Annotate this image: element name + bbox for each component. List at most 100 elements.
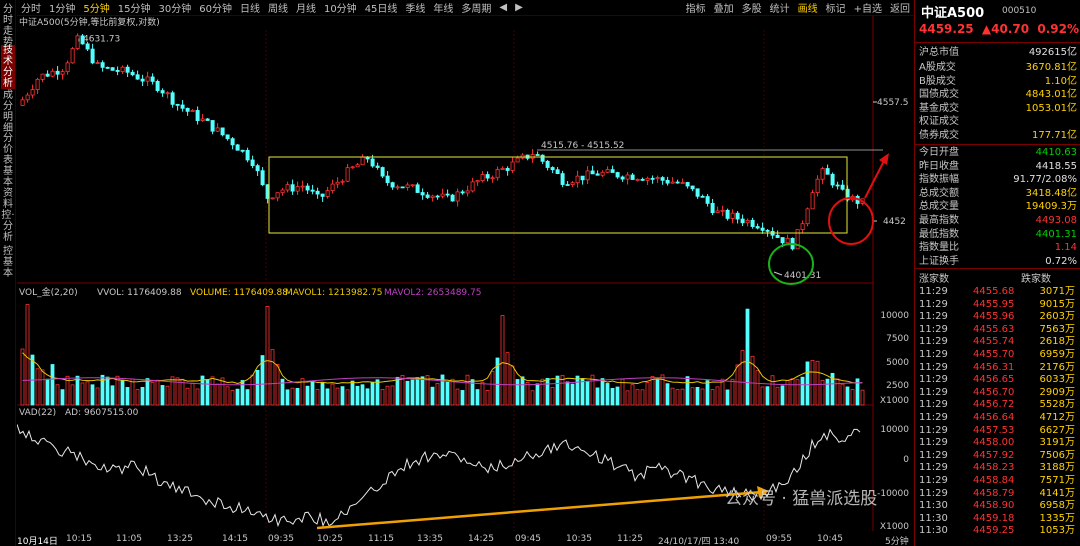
candle-body — [290, 184, 295, 192]
volume-bar — [450, 378, 455, 406]
candle-body — [835, 184, 840, 187]
candle-body — [115, 69, 120, 72]
period-button-0[interactable]: 分时 — [17, 0, 45, 15]
candle-body — [785, 237, 790, 244]
candle-body — [20, 99, 25, 106]
volume-bar — [295, 387, 300, 406]
candle-body — [225, 134, 230, 140]
volume-bar — [835, 378, 840, 406]
tool-button-1[interactable]: 叠加 — [710, 0, 738, 15]
candle-body — [825, 168, 830, 175]
candle-body — [460, 191, 465, 194]
candle-body — [730, 212, 735, 219]
candle-body — [70, 48, 75, 64]
tool-button-7[interactable]: 返回 — [886, 0, 914, 15]
volume-bar — [205, 379, 210, 406]
volume-bar — [350, 380, 355, 406]
sidebar-tab-4[interactable]: 基本资料 — [1, 166, 15, 210]
sidebar-tab-3[interactable]: 分价表 — [1, 133, 15, 166]
period-button-12[interactable]: 年线 — [429, 0, 457, 15]
candle-body — [645, 177, 650, 181]
turnover-value: 177.71亿 — [1032, 130, 1077, 141]
volume-bar — [605, 383, 610, 406]
sidebar-tab-6[interactable]: 控基本 — [1, 246, 15, 279]
kline-chart[interactable]: 中证A500(5分钟,等比前复权,对数) VOL_金(2,20) VVOL: 117… — [17, 16, 914, 531]
period-button-9[interactable]: 10分钟 — [320, 0, 361, 15]
volume-bar — [485, 390, 490, 406]
candle-body — [65, 62, 70, 73]
next-icon[interactable]: ▶ — [511, 2, 527, 13]
sidebar-tab-2[interactable]: 成分明细 — [1, 90, 15, 134]
volume-bar — [710, 389, 715, 406]
candle-body — [605, 169, 610, 173]
tick-price: 4455.68 — [973, 286, 1015, 297]
vad-tick: X1000 — [880, 522, 909, 531]
tool-button-2[interactable]: 多股 — [738, 0, 766, 15]
candle-body — [505, 168, 510, 171]
candle-body — [440, 193, 445, 197]
candle-body — [640, 178, 645, 181]
time-label: 11:25 — [617, 534, 643, 544]
period-button-3[interactable]: 15分钟 — [114, 0, 155, 15]
period-button-6[interactable]: 日线 — [236, 0, 264, 15]
sidebar-tab-5[interactable]: 控·分析 — [1, 210, 15, 243]
volume-bar — [745, 308, 750, 406]
period-button-5[interactable]: 60分钟 — [195, 0, 236, 15]
period-button-11[interactable]: 季线 — [401, 0, 429, 15]
candle-body — [720, 209, 725, 212]
prev-icon[interactable]: ◀ — [495, 2, 511, 13]
stats-row: 最低指数 4401.31 — [919, 228, 1077, 241]
period-button-8[interactable]: 月线 — [292, 0, 320, 15]
tick-volume: 7571万 — [1039, 475, 1075, 486]
stats-value: 4493.08 — [1035, 215, 1077, 226]
divider — [915, 268, 1080, 269]
tool-button-0[interactable]: 指标 — [682, 0, 710, 15]
sidebar-tab-1[interactable]: 技术分析 — [1, 45, 15, 89]
volume-bar — [520, 376, 525, 406]
sidebar-tab-0[interactable]: 分时走势 — [1, 4, 15, 48]
volume-bar — [220, 377, 225, 406]
period-button-13[interactable]: 多周期 — [457, 0, 495, 15]
period-button-1[interactable]: 1分钟 — [45, 0, 79, 15]
candle-body — [395, 186, 400, 189]
tick-row: 11:29 4456.70 2909万 — [919, 387, 1077, 399]
volume-bar — [265, 305, 270, 406]
tick-price: 4456.70 — [973, 386, 1015, 398]
candle-body — [470, 181, 475, 192]
period-button-10[interactable]: 45日线 — [361, 0, 402, 15]
period-button-4[interactable]: 30分钟 — [154, 0, 195, 15]
tool-button-3[interactable]: 统计 — [766, 0, 794, 15]
turnover-value: 1053.01亿 — [1025, 102, 1077, 114]
volume-bar — [595, 387, 600, 406]
candle-body — [455, 191, 460, 202]
stats-value: 4410.63 — [1035, 147, 1077, 158]
tick-volume: 2176万 — [1039, 361, 1075, 373]
volume-bar — [140, 387, 145, 406]
candle-body — [250, 159, 255, 167]
candle-body — [90, 48, 95, 64]
volume-bar — [40, 369, 45, 406]
candle-body — [200, 118, 205, 121]
tick-row: 11:29 4457.92 7506万 — [919, 450, 1077, 462]
period-button-2[interactable]: 5分钟 — [79, 0, 113, 15]
tick-row: 11:30 4458.90 6958万 — [919, 500, 1077, 512]
price-change: ▲40.70 — [981, 22, 1030, 36]
tick-row: 11:29 4455.74 2618万 — [919, 336, 1077, 348]
red-arrow — [864, 158, 886, 199]
time-label: 09:55 — [766, 534, 792, 544]
candle-body — [450, 194, 455, 202]
candle-body — [210, 120, 215, 132]
candle-body — [95, 62, 100, 65]
tick-volume: 3188万 — [1039, 462, 1075, 474]
tool-button-5[interactable]: 标记 — [822, 0, 850, 15]
volume-bar — [435, 383, 440, 406]
stats-row: 总成交量 19409.3万 — [919, 200, 1077, 213]
period-button-7[interactable]: 周线 — [264, 0, 292, 15]
stats-row: 昨日收盘 4418.55 — [919, 160, 1077, 173]
time-label: 24/10/17/四 13:40 — [658, 537, 740, 546]
tool-button-6[interactable]: +自选 — [850, 0, 886, 15]
candle-body — [335, 181, 340, 185]
candle-body — [485, 174, 490, 179]
tool-button-4[interactable]: 画线 — [794, 0, 822, 15]
volume-bar — [765, 386, 770, 406]
